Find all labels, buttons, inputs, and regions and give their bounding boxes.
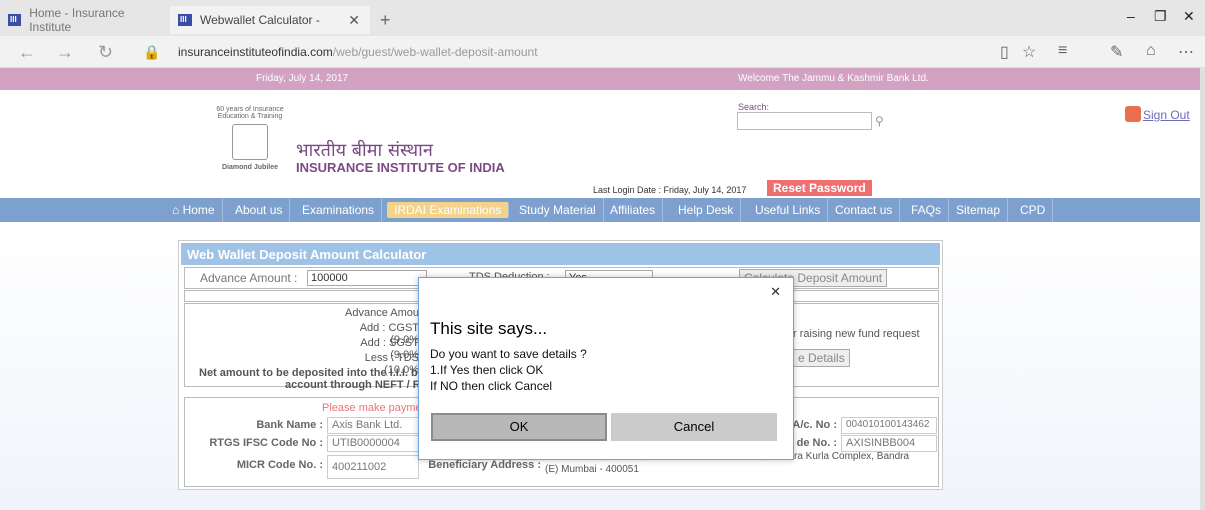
calculator-title: Web Wallet Deposit Amount Calculator xyxy=(181,243,940,265)
beneficiary-line2: (E) Mumbai - 400051 xyxy=(545,464,639,475)
main-nav: ⌂ Home About us Examinations IRDAI Exami… xyxy=(0,198,1200,222)
nav-contact-us[interactable]: Contact us xyxy=(828,198,901,222)
refresh-icon[interactable]: ↻ xyxy=(98,42,113,63)
bank-name-label: Bank Name : xyxy=(256,419,323,431)
cancel-button[interactable]: Cancel xyxy=(611,413,777,441)
last-login-date: Last Login Date : Friday, July 14, 2017 xyxy=(593,185,747,195)
new-tab-icon[interactable]: + xyxy=(380,10,391,31)
dialog-message-line2: 1.If Yes then click OK xyxy=(430,363,544,377)
sign-out-link[interactable]: Sign Out xyxy=(1143,108,1190,122)
site-favicon-icon xyxy=(178,14,192,26)
confirm-dialog: ✕ This site says... Do you want to save … xyxy=(418,277,794,460)
nav-cpd[interactable]: CPD xyxy=(1013,198,1054,222)
maximize-icon[interactable]: ❐ xyxy=(1154,8,1167,25)
search-label: Search: xyxy=(738,102,770,112)
fund-request-note: r raising new fund request xyxy=(793,328,920,340)
nav-faqs[interactable]: FAQs xyxy=(904,198,950,222)
site-favicon-icon xyxy=(8,14,22,26)
payment-note: Please make paymen xyxy=(322,402,428,414)
nav-help-desk[interactable]: Help Desk xyxy=(671,198,742,222)
seal-text: 60 years of Insurance Education & Traini… xyxy=(216,106,284,120)
lock-signout-icon[interactable] xyxy=(1125,106,1141,122)
address-bar: ← → ↻ 🔒 insuranceinstituteofindia.com/we… xyxy=(0,36,1205,68)
browser-tab-bar: Home - Insurance Institute Webwallet Cal… xyxy=(0,0,1205,36)
seal-bottom-text: Diamond Jubilee xyxy=(221,164,278,171)
ac-no-value: 004010100143462 xyxy=(841,417,937,434)
save-details-button[interactable]: e Details xyxy=(793,349,850,367)
net-amount-line1: Net amount to be deposited into the I.I.… xyxy=(199,367,424,379)
nav-useful-links[interactable]: Useful Links xyxy=(748,198,829,222)
share-icon[interactable]: ⌂ xyxy=(1146,42,1156,60)
dialog-close-icon[interactable]: ✕ xyxy=(770,284,781,300)
site-header: 60 years of Insurance Education & Traini… xyxy=(0,90,1200,198)
more-icon[interactable]: ⋯ xyxy=(1178,42,1194,62)
tab-close-icon[interactable]: ✕ xyxy=(348,12,360,29)
web-note-icon[interactable]: ✎ xyxy=(1110,42,1123,62)
seal-emblem-icon xyxy=(232,124,268,160)
favorite-star-icon[interactable]: ☆ xyxy=(1022,42,1036,62)
rtgs-label: RTGS IFSC Code No : xyxy=(209,437,323,449)
breakdown-row: Advance Amou xyxy=(345,307,419,319)
reading-view-icon[interactable]: ▯ xyxy=(1000,42,1009,62)
dialog-message-line3: If NO then click Cancel xyxy=(430,379,553,393)
dialog-message-line1: Do you want to save details ? xyxy=(430,347,587,361)
nav-about-us[interactable]: About us xyxy=(228,198,291,222)
diamond-jubilee-logo: 60 years of Insurance Education & Traini… xyxy=(210,106,290,176)
advance-amount-label: Advance Amount : xyxy=(200,271,298,285)
nav-label: Home xyxy=(182,203,215,217)
url-path: /web/guest/web-wallet-deposit-amount xyxy=(332,45,538,59)
site-name-english: INSURANCE INSTITUTE OF INDIA xyxy=(296,160,505,175)
welcome-text: Welcome The Jammu & Kashmir Bank Ltd. xyxy=(738,73,929,84)
dialog-title: This site says... xyxy=(430,319,548,338)
beneficiary-label: Beneficiary Address : xyxy=(428,459,541,471)
site-name-hindi: भारतीय बीमा संस्थान xyxy=(296,140,433,161)
nav-examinations[interactable]: Examinations xyxy=(295,198,383,222)
home-icon: ⌂ xyxy=(172,203,183,217)
top-strip: Friday, July 14, 2017 Welcome The Jammu … xyxy=(0,68,1200,90)
back-icon[interactable]: ← xyxy=(18,42,36,63)
browser-tab-calculator[interactable]: Webwallet Calculator - ✕ xyxy=(170,6,370,34)
nav-study-material[interactable]: Study Material xyxy=(512,198,604,222)
lock-icon: 🔒 xyxy=(143,44,161,60)
page-scrollbar[interactable] xyxy=(1200,68,1205,510)
bank-name-value: Axis Bank Ltd. xyxy=(327,417,419,434)
url-host: insuranceinstituteofindia.com xyxy=(178,45,333,59)
current-date: Friday, July 14, 2017 xyxy=(256,73,349,84)
tab-label: Home - Insurance Institute xyxy=(29,6,125,34)
nav-affiliates[interactable]: Affiliates xyxy=(603,198,664,222)
close-window-icon[interactable]: ✕ xyxy=(1183,8,1195,25)
nav-irdai-examinations[interactable]: IRDAI Examinations xyxy=(387,202,510,218)
rtgs-value: UTIB0000004 xyxy=(327,435,419,452)
hub-icon[interactable]: ≡ xyxy=(1058,42,1067,60)
code-no-value: AXISINBB004 xyxy=(841,435,937,452)
nav-sitemap[interactable]: Sitemap xyxy=(949,198,1009,222)
search-icon[interactable]: ⚲ xyxy=(875,114,884,128)
minimize-icon[interactable]: – xyxy=(1127,8,1135,24)
forward-icon[interactable]: → xyxy=(56,42,74,63)
url-field[interactable]: insuranceinstituteofindia.com/web/guest/… xyxy=(178,45,538,59)
browser-tab-home[interactable]: Home - Insurance Institute xyxy=(0,6,170,34)
tab-label: Webwallet Calculator - xyxy=(200,13,320,27)
search-input[interactable] xyxy=(737,112,872,130)
micr-value: 400211002 xyxy=(327,455,419,479)
advance-amount-input[interactable]: 100000 xyxy=(307,270,427,286)
nav-home[interactable]: ⌂ Home xyxy=(165,198,223,222)
net-amount-line2: account through NEFT / RTG xyxy=(285,379,436,391)
micr-label: MICR Code No. : xyxy=(236,459,323,471)
reset-password-link[interactable]: Reset Password xyxy=(767,180,872,196)
ok-button[interactable]: OK xyxy=(431,413,607,441)
